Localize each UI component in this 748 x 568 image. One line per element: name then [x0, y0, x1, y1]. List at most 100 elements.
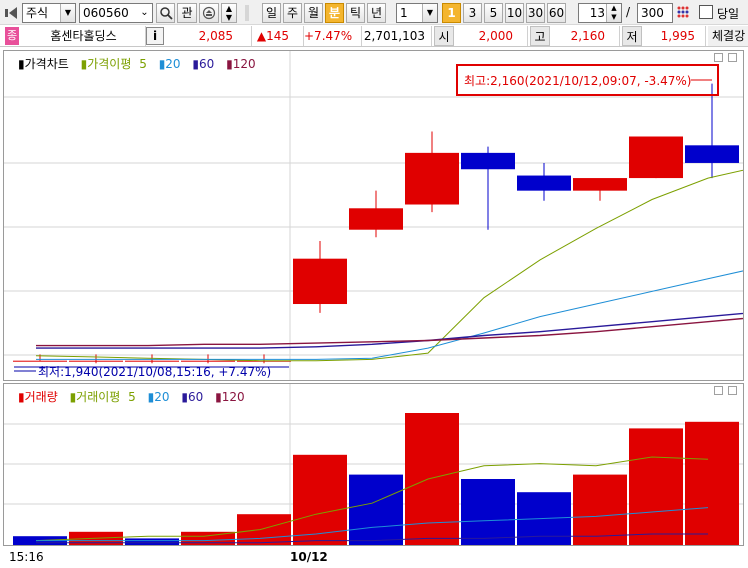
maximize-icon[interactable]: [728, 53, 737, 62]
tab-period[interactable]: 년: [367, 3, 386, 23]
price-ma-120: ▮120: [226, 57, 256, 71]
candle-body: [293, 258, 347, 305]
link-button[interactable]: [199, 3, 219, 23]
same-day-label: 당일: [717, 7, 740, 21]
volume-chart: [4, 384, 743, 545]
interval-select[interactable]: 1 ▼: [396, 3, 438, 23]
price-legend: ▮가격차트 ▮가격이평 5 ▮20 ▮60 ▮120: [18, 55, 264, 72]
candle-body: [629, 136, 683, 179]
time-axis: 15:16 10/12: [3, 547, 744, 568]
volume-ma-120: ▮120: [215, 390, 245, 404]
price-chart-panel[interactable]: 최고:2,160(2021/10/12,09:07, -3.47%) 최저:1,…: [3, 50, 744, 381]
volume-ma-20: ▮20: [147, 390, 170, 404]
volume-bar: [629, 428, 683, 545]
chevron-down-icon[interactable]: ▼: [60, 4, 75, 22]
interval-button[interactable]: 10: [505, 3, 524, 23]
stock-code-input[interactable]: 060560 ⌄: [79, 3, 153, 23]
current-price: 2,085: [168, 26, 252, 46]
volume-legend: ▮거래량 ▮거래이평 5 ▮20 ▮60 ▮120: [18, 388, 253, 405]
minimize-icon[interactable]: [714, 386, 723, 395]
volume-bar: [125, 538, 179, 545]
count-separator: /: [626, 5, 631, 19]
watchlist-button[interactable]: 관: [177, 3, 197, 23]
high-label: 고: [530, 26, 550, 46]
interval-button[interactable]: 1: [442, 3, 461, 23]
chevron-down-icon[interactable]: ▼: [422, 4, 437, 22]
tab-period[interactable]: 주: [283, 3, 302, 23]
market-type-value: 주식: [26, 6, 49, 20]
candle-body: [573, 178, 627, 191]
candle-body: [349, 208, 403, 230]
trade-volume: 2,701,103: [362, 26, 432, 46]
same-day-checkbox[interactable]: [699, 5, 713, 19]
stock-info-row: 종 홈센타홀딩스 i 2,085 ▲145 +7.47% 2,701,103 시…: [0, 25, 748, 47]
code-spinner[interactable]: ▲ ▼: [221, 3, 237, 23]
interval-button[interactable]: 30: [526, 3, 545, 23]
volume-legend-title: ▮거래량: [18, 390, 58, 404]
stock-badge: 종: [5, 27, 19, 45]
tab-period[interactable]: 월: [304, 3, 323, 23]
interval-button[interactable]: 60: [547, 3, 566, 23]
toolbar-separator: [244, 5, 250, 25]
x-tick-label: 10/12: [290, 550, 328, 564]
chevron-down-icon[interactable]: ⌄: [137, 4, 152, 22]
count-spinner[interactable]: ▲ ▼: [606, 4, 621, 22]
price-ma-line: [36, 317, 743, 347]
volume-chart-panel[interactable]: ▮거래량 ▮거래이평 5 ▮20 ▮60 ▮120: [3, 383, 744, 546]
count-value: 13: [589, 6, 605, 20]
price-ma-line: [36, 312, 743, 349]
tab-period[interactable]: 틱: [346, 3, 365, 23]
price-ma-20: ▮20: [158, 57, 181, 71]
volume-bar: [461, 479, 515, 545]
spin-up-icon[interactable]: ▲: [222, 4, 236, 13]
total-input[interactable]: 300: [637, 3, 673, 23]
candle-body: [13, 360, 67, 362]
price-chart: 최고:2,160(2021/10/12,09:07, -3.47%) 최저:1,…: [4, 51, 743, 380]
stock-name[interactable]: 홈센타홀딩스: [22, 26, 146, 46]
price-ma-label: ▮가격이평 5: [80, 57, 147, 71]
volume-ma-60: ▮60: [181, 390, 204, 404]
tab-period[interactable]: 일: [262, 3, 281, 23]
search-icon: [159, 7, 173, 20]
candle-body: [685, 145, 739, 163]
price-legend-title: ▮가격차트: [18, 57, 69, 71]
volume-bar: [349, 474, 403, 545]
candle-body: [517, 175, 571, 191]
candle-body: [461, 152, 515, 170]
interval-value: 1: [400, 6, 408, 20]
price-ma-line: [35, 169, 743, 362]
low-label: 저: [622, 26, 642, 46]
low-price: 1,995: [642, 26, 706, 46]
candle-body: [125, 360, 179, 362]
interval-button[interactable]: 5: [484, 3, 503, 23]
grid-dots-icon[interactable]: [676, 5, 692, 25]
spin-down-icon[interactable]: ▼: [222, 13, 236, 22]
x-tick-label: 15:16: [9, 550, 44, 564]
volume-ma-label: ▮거래이평 5: [69, 390, 136, 404]
volume-bar: [405, 413, 459, 545]
count-input[interactable]: 13 ▲ ▼: [578, 3, 622, 23]
minimize-icon[interactable]: [714, 53, 723, 62]
volume-bar: [685, 421, 739, 545]
price-change: ▲145: [252, 26, 304, 46]
maximize-icon[interactable]: [728, 386, 737, 395]
open-price: 2,000: [454, 26, 528, 46]
nav-arrow-icon[interactable]: [4, 5, 20, 21]
stock-code-value: 060560: [83, 6, 129, 20]
toolbar: 주식 ▼ 060560 ⌄ 관 ▲ ▼ 1 ▼ 13 ▲ ▼ / 300 당일 일주…: [0, 0, 748, 25]
open-label: 시: [434, 26, 454, 46]
total-value: 300: [641, 6, 664, 20]
high-price: 2,160: [550, 26, 620, 46]
market-type-select[interactable]: 주식 ▼: [22, 3, 76, 23]
search-button[interactable]: [156, 3, 175, 23]
volume-bar: [237, 514, 291, 545]
stock-info-button[interactable]: i: [146, 27, 164, 45]
price-change-pct: +7.47%: [304, 26, 362, 46]
high-annotation: 최고:2,160(2021/10/12,09:07, -3.47%): [464, 74, 691, 88]
tab-period[interactable]: 분: [325, 3, 344, 23]
interval-button[interactable]: 3: [463, 3, 482, 23]
link-icon: [202, 6, 216, 20]
candle-body: [405, 152, 459, 205]
candle-body: [69, 360, 123, 362]
volume-bar: [573, 474, 627, 545]
